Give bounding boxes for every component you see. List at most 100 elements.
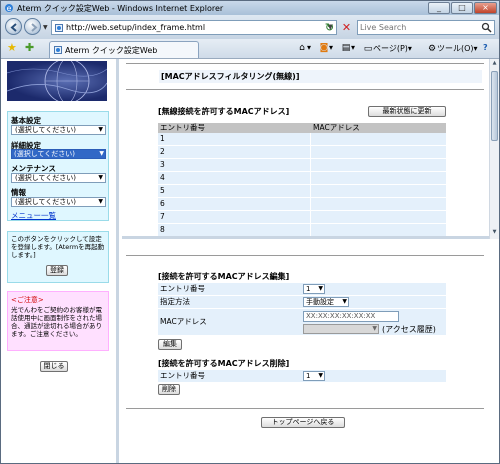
method-row: 指定方法 [158,296,446,308]
home-icon: ⌂ [299,43,305,53]
title-bar: e Aterm クイック設定Web - Windows Internet Exp… [1,1,499,15]
col-mac-address: MACアドレス [313,123,360,132]
page-content: 基本設定 (選択してください) ▼ 詳細設定 (選択してください) ▼ メンテナンス… [1,59,499,463]
entry-number-select[interactable]: 1 ▼ [303,284,325,294]
detail-settings-select-value: (選択してください) [14,150,76,158]
tools-menu-label: ツール(O) [437,44,474,53]
back-arrow-icon [10,23,17,32]
cell-divider [310,133,311,145]
chevron-down-icon: ▼ [98,198,103,205]
feeds-button[interactable]: ◙▾ [319,43,333,53]
table-row: 6 [158,198,446,210]
caution-text: 光でんわをご契約のお客様が電話使用中に画面制作をされた場合、通話が途切れる場合が… [11,306,102,338]
stop-icon[interactable]: ✕ [340,22,353,34]
scrollbar-thumb[interactable] [491,71,498,141]
detail-settings-select[interactable]: (選択してください) ▼ [11,149,106,159]
settings-menu: 基本設定 (選択してください) ▼ 詳細設定 (選択してください) ▼ メンテナンス… [7,111,109,221]
cell-divider [310,146,311,158]
mac-address-input[interactable]: XX:XX:XX:XX:XX:XX [303,311,399,322]
ie-logo-icon: e [5,4,13,13]
forward-button[interactable] [24,18,41,35]
browser-window: e Aterm クイック設定Web - Windows Internet Exp… [0,0,500,464]
entry-number-cell: 5 [160,186,165,195]
browser-tab[interactable]: Aterm クイック設定Web [49,41,199,58]
info-select[interactable]: (選択してください) ▼ [11,197,106,207]
search-icon[interactable] [481,22,492,33]
scroll-up-icon[interactable]: ▲ [491,60,498,68]
page-title: [MACアドレスフィルタリング(無線)] [159,70,482,83]
close-button[interactable]: 閉じる [40,361,68,372]
live-search-box[interactable] [357,20,495,35]
forward-arrow-icon [31,23,38,32]
close-window-button[interactable]: × [474,2,497,14]
cell-divider [310,224,311,236]
refresh-status-button[interactable]: 最新状態に更新 [368,106,446,117]
table-row: 2 [158,146,446,158]
address-bar[interactable]: http://web.setup/index_frame.html ▼ [51,20,337,35]
tools-menu[interactable]: ⚙ツール(O)▾ [427,43,478,54]
delete-entry-select[interactable]: 1 ▼ [303,371,325,381]
add-favorites-icon[interactable]: ✚ [25,42,34,54]
col-entry-number: エントリ番号 [160,123,205,132]
register-info-text: このボタンをクリックして設定を登録します。[Atermを再起動します。] [11,235,105,259]
top-frame-scrollbar[interactable]: ▲ ▼ [489,59,499,239]
chevron-down-icon: ▼ [318,372,323,379]
entry-number-cell: 2 [160,147,165,156]
page-menu[interactable]: ▭ページ(P)▾ [363,43,412,54]
entry-number-cell: 8 [160,225,165,234]
help-icon[interactable]: ? [483,43,488,52]
delete-section-title: [接続を許可するMACアドレス削除] [158,359,290,368]
page-menu-icon: ▭ [363,44,373,54]
minimize-button[interactable]: _ [428,2,450,14]
tools-gear-icon: ⚙ [427,44,437,54]
delete-entry-row: エントリ番号 [158,370,446,382]
entry-number-cell: 1 [160,134,165,143]
top-divider [126,63,484,64]
maintenance-select-value: (選択してください) [15,174,77,182]
table-row: 7 [158,211,446,223]
favorites-star-icon[interactable]: ★ [7,42,17,54]
delete-button[interactable]: 削除 [158,384,180,395]
live-search-input[interactable] [360,22,475,33]
entry-number-label: エントリ番号 [160,284,205,293]
method-select[interactable]: 手動設定 ▼ [303,297,349,307]
refresh-icon[interactable]: ↻ [323,22,336,34]
tab-page-icon [54,46,62,54]
page-icon [55,24,63,32]
back-to-top-button[interactable]: トップページへ戻る [261,417,345,428]
basic-settings-select[interactable]: (選択してください) ▼ [11,125,106,135]
edit-section-title: [接続を許可するMACアドレス編集] [158,272,290,281]
entry-number-cell: 7 [160,212,165,221]
entry-number-value: 1 [306,285,311,293]
edit-button[interactable]: 編集 [158,339,182,350]
cell-divider [310,185,311,197]
delete-entry-label: エントリ番号 [160,371,205,380]
left-frame: 基本設定 (選択してください) ▼ 詳細設定 (選択してください) ▼ メンテナンス… [1,59,119,463]
svg-text:e: e [7,4,12,13]
delete-entry-value: 1 [306,372,311,380]
feed-icon: ◙ [319,43,329,53]
page-menu-label: ページ(P) [373,44,408,53]
menu-list-link[interactable]: メニュー一覧 [11,210,56,221]
home-button[interactable]: ⌂ ▾ [297,43,311,53]
history-dropdown-icon[interactable]: ▼ [43,24,48,31]
register-button[interactable]: 登録 [46,265,68,276]
maximize-button[interactable]: □ [451,2,473,14]
maintenance-select[interactable]: (選択してください) ▼ [11,173,106,183]
back-button[interactable] [5,18,22,35]
window-title: Aterm クイック設定Web - Windows Internet Explo… [17,4,224,13]
allowed-mac-section-title: [無線接続を許可するMACアドレス] [158,107,290,116]
access-history-label: (アクセス履歴) [382,325,436,334]
caution-heading: <ご注意> [11,296,44,304]
chevron-down-icon: ▼ [372,325,377,332]
table-row: 8 [158,224,446,236]
entry-number-row: エントリ番号 [158,283,446,295]
cell-divider [310,172,311,184]
table-row: 3 [158,159,446,171]
scroll-down-icon[interactable]: ▼ [491,229,498,237]
print-button[interactable]: ▤▾ [341,43,355,53]
top-frame: [MACアドレスフィルタリング(無線)] [無線接続を許可するMACアドレス] … [122,59,499,239]
info-select-value: (選択してください) [15,198,77,206]
access-history-select[interactable]: ▼ [303,324,379,334]
chevron-down-icon: ▼ [318,285,323,292]
